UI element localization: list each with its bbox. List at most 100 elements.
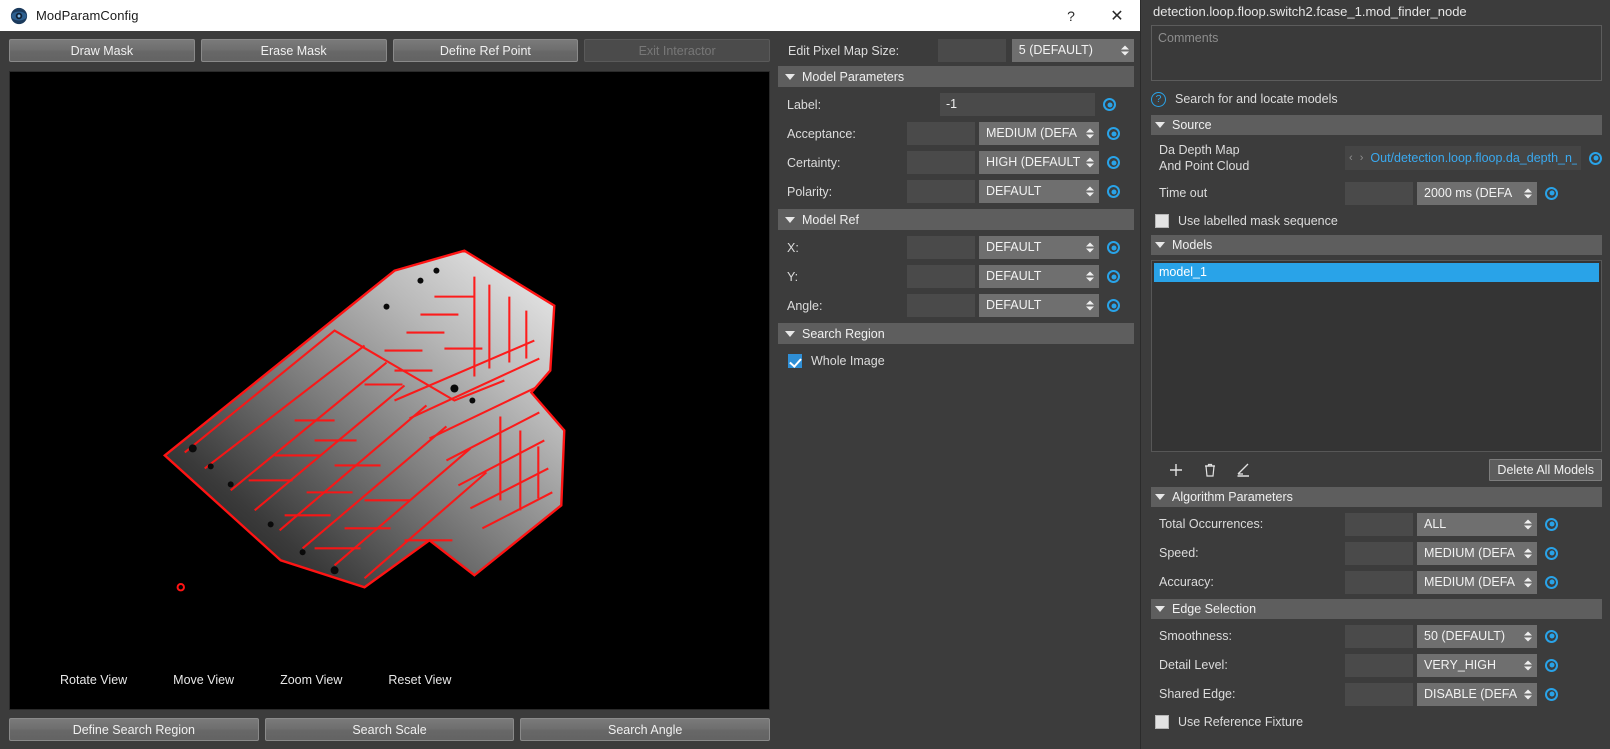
total-occurrences-combo[interactable]: ALL [1417, 512, 1537, 536]
shared-edge-combo[interactable]: DISABLE (DEFA [1417, 682, 1537, 706]
spinner-icon[interactable] [1523, 687, 1532, 702]
help-button[interactable]: ? [1048, 0, 1094, 31]
spinner-icon[interactable] [1085, 126, 1094, 141]
depth-map-source-link[interactable]: ‹ › Out/detection.loop.floop.da_depth_n_… [1345, 146, 1581, 170]
speed-reset-icon[interactable] [1545, 546, 1558, 560]
depth-map-reset-icon[interactable] [1589, 151, 1602, 165]
model-ref-section-header[interactable]: Model Ref [778, 209, 1134, 230]
acceptance-reset-icon[interactable] [1107, 127, 1120, 140]
certainty-combo[interactable]: HIGH (DEFAULT [979, 151, 1099, 174]
speed-combo[interactable]: MEDIUM (DEFA [1417, 541, 1537, 565]
zoom-view-control[interactable]: Zoom View [280, 673, 342, 687]
total-occurrences-reset-icon[interactable] [1545, 517, 1558, 531]
smoothness-reset-icon[interactable] [1545, 629, 1558, 643]
search-angle-button[interactable]: Search Angle [520, 718, 771, 741]
spinner-icon[interactable] [1085, 298, 1094, 313]
help-circle-icon[interactable]: ? [1151, 91, 1166, 107]
define-search-region-button[interactable]: Define Search Region [9, 718, 259, 741]
model-parameters-section-header[interactable]: Model Parameters [778, 66, 1134, 87]
source-section-header[interactable]: Source [1151, 115, 1602, 135]
detail-level-input[interactable] [1345, 653, 1413, 677]
spinner-icon[interactable] [1523, 517, 1532, 532]
label-reset-icon[interactable] [1103, 98, 1116, 111]
move-view-control[interactable]: Move View [173, 673, 234, 687]
search-scale-button[interactable]: Search Scale [264, 718, 515, 741]
edit-model-icon[interactable] [1227, 459, 1261, 481]
spinner-icon[interactable] [1523, 629, 1532, 644]
models-list[interactable]: model_1 [1151, 260, 1602, 452]
spinner-icon[interactable] [1523, 186, 1532, 201]
polarity-reset-icon[interactable] [1107, 185, 1120, 198]
whole-image-row[interactable]: Whole Image [778, 350, 1134, 372]
timeout-reset-icon[interactable] [1545, 186, 1558, 200]
define-ref-point-button[interactable]: Define Ref Point [392, 39, 579, 62]
use-reference-fixture-row[interactable]: Use Reference Fixture [1151, 711, 1602, 733]
smoothness-input[interactable] [1345, 624, 1413, 648]
label-input[interactable]: -1 [940, 93, 1095, 116]
labelled-mask-sequence-row[interactable]: Use labelled mask sequence [1151, 210, 1602, 232]
spinner-icon[interactable] [1085, 240, 1094, 255]
spinner-icon[interactable] [1120, 43, 1129, 58]
certainty-input[interactable] [907, 151, 975, 174]
comments-textarea[interactable]: Comments [1151, 25, 1602, 81]
search-region-section-header[interactable]: Search Region [778, 323, 1134, 344]
total-occurrences-input[interactable] [1345, 512, 1413, 536]
models-section-header[interactable]: Models [1151, 235, 1602, 255]
detail-level-combo[interactable]: VERY_HIGH [1417, 653, 1537, 677]
accuracy-reset-icon[interactable] [1545, 575, 1558, 589]
edge-selection-section-header[interactable]: Edge Selection [1151, 599, 1602, 619]
delete-all-models-button[interactable]: Delete All Models [1489, 459, 1602, 481]
detail-level-reset-icon[interactable] [1545, 658, 1558, 672]
spinner-icon[interactable] [1085, 184, 1094, 199]
spinner-icon[interactable] [1523, 658, 1532, 673]
spinner-icon[interactable] [1523, 575, 1532, 590]
timeout-input[interactable] [1345, 181, 1413, 205]
speed-input[interactable] [1345, 541, 1413, 565]
model-ref-y-combo[interactable]: DEFAULT [979, 265, 1099, 288]
delete-model-icon[interactable] [1193, 459, 1227, 481]
node-path-title: detection.loop.floop.switch2.fcase_1.mod… [1153, 4, 1467, 19]
model-ref-y-label: Y: [787, 269, 799, 284]
accuracy-input[interactable] [1345, 570, 1413, 594]
model-ref-y-input[interactable] [907, 265, 975, 288]
whole-image-checkbox[interactable] [788, 354, 802, 368]
model-ref-x-input[interactable] [907, 236, 975, 259]
polarity-input[interactable] [907, 180, 975, 203]
acceptance-input[interactable] [907, 122, 975, 145]
draw-mask-button[interactable]: Draw Mask [9, 39, 195, 62]
rotate-view-control[interactable]: Rotate View [60, 673, 127, 687]
certainty-reset-icon[interactable] [1107, 156, 1120, 169]
timeout-label: Time out [1159, 186, 1208, 200]
depth-map-viewport[interactable]: Rotate View Move View Zoom View Reset Vi… [9, 71, 770, 710]
depth-map-source-row: Da Depth Map And Point Cloud ‹ › Out/det… [1151, 140, 1602, 176]
spinner-icon[interactable] [1523, 546, 1532, 561]
edit-pixel-map-size-input[interactable] [938, 39, 1006, 62]
timeout-row: Time out 2000 ms (DEFA [1151, 181, 1602, 205]
model-ref-y-reset-icon[interactable] [1107, 270, 1120, 283]
close-button[interactable]: ✕ [1094, 0, 1140, 31]
smoothness-combo[interactable]: 50 (DEFAULT) [1417, 624, 1537, 648]
add-model-icon[interactable] [1159, 459, 1193, 481]
model-ref-angle-reset-icon[interactable] [1107, 299, 1120, 312]
spinner-icon[interactable] [1085, 155, 1094, 170]
link-nav-arrows-icon[interactable]: ‹ › [1349, 152, 1365, 164]
reset-view-control[interactable]: Reset View [388, 673, 451, 687]
spinner-icon[interactable] [1085, 269, 1094, 284]
polarity-combo[interactable]: DEFAULT [979, 180, 1099, 203]
erase-mask-button[interactable]: Erase Mask [200, 39, 387, 62]
edit-pixel-map-size-combo[interactable]: 5 (DEFAULT) [1011, 39, 1134, 62]
model-ref-angle-input[interactable] [907, 294, 975, 317]
model-ref-angle-combo[interactable]: DEFAULT [979, 294, 1099, 317]
algorithm-parameters-section-header[interactable]: Algorithm Parameters [1151, 487, 1602, 507]
use-reference-fixture-checkbox[interactable] [1155, 715, 1169, 729]
labelled-mask-sequence-checkbox[interactable] [1155, 214, 1169, 228]
model-ref-x-combo[interactable]: DEFAULT [979, 236, 1099, 259]
accuracy-combo-value: MEDIUM (DEFA [1424, 574, 1515, 589]
shared-edge-reset-icon[interactable] [1545, 687, 1558, 701]
acceptance-combo[interactable]: MEDIUM (DEFA [979, 122, 1099, 145]
shared-edge-input[interactable] [1345, 682, 1413, 706]
model-ref-x-reset-icon[interactable] [1107, 241, 1120, 254]
timeout-combo[interactable]: 2000 ms (DEFA [1417, 181, 1537, 205]
list-item[interactable]: model_1 [1154, 263, 1599, 282]
accuracy-combo[interactable]: MEDIUM (DEFA [1417, 570, 1537, 594]
